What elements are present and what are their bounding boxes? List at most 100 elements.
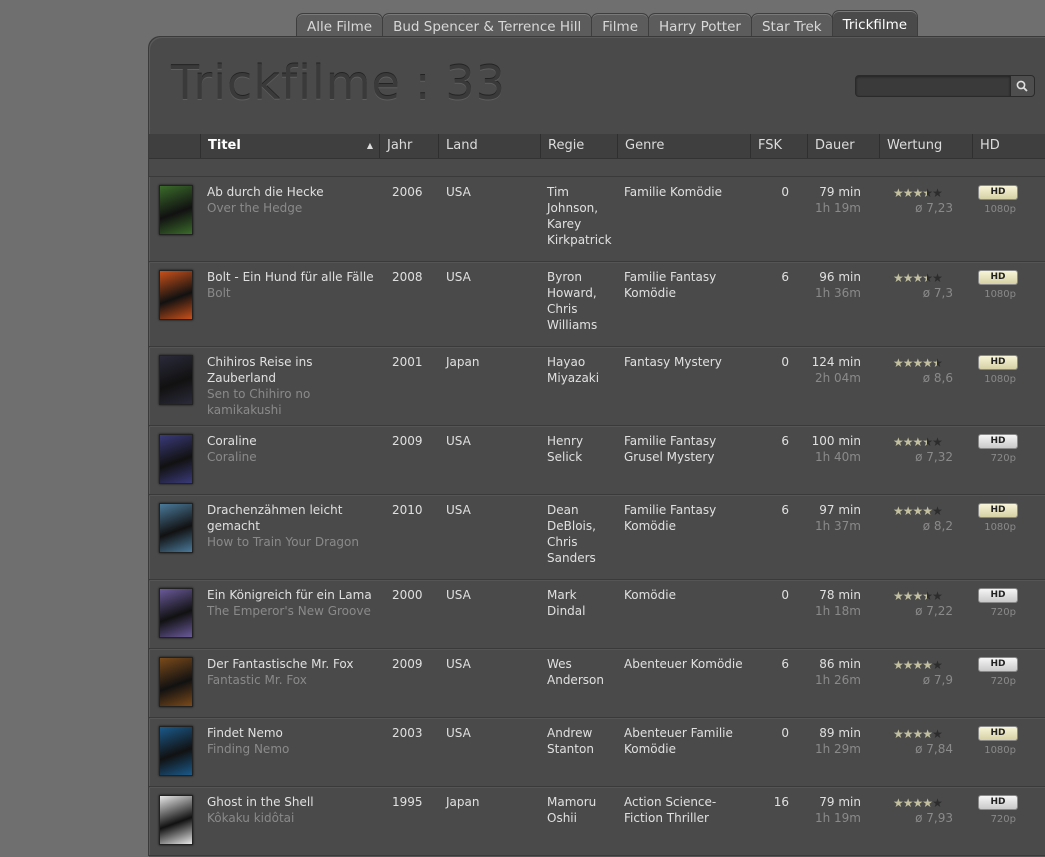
title-cell[interactable]: Ein Königreich für ein Lama The Emperor's…: [207, 587, 377, 619]
director-cell: Byron Howard, Chris Williams: [547, 269, 615, 333]
country-cell: Japan: [446, 355, 480, 369]
table-row[interactable]: Drachenzähmen leicht gemacht How to Train …: [149, 495, 1045, 580]
duration-cell: 124 min 2h 04m: [799, 354, 861, 386]
column-header-jahr[interactable]: Jahr: [379, 134, 438, 158]
movie-poster[interactable]: [159, 434, 193, 484]
table-row[interactable]: Chihiros Reise ins Zauberland Sen to Chihi…: [149, 347, 1045, 426]
column-header-land[interactable]: Land: [438, 134, 540, 158]
star-icon: ★: [912, 727, 924, 741]
star-icon: ★: [902, 727, 914, 741]
movie-poster[interactable]: [159, 726, 193, 776]
star-icon: ★: [932, 271, 943, 285]
text-line: Familie Komödie: [624, 185, 723, 199]
fsk-cell: 0: [781, 355, 789, 369]
rating-value: ø 7,93: [915, 811, 953, 825]
duration-hours: 1h 19m: [814, 201, 861, 215]
table-row[interactable]: Findet Nemo Finding Nemo 2003 USA Andrew Stan…: [149, 718, 1045, 787]
star-rating: ★★★★★: [893, 796, 953, 810]
tab-trickfilme[interactable]: Trickfilme: [831, 10, 919, 38]
column-header-dauer[interactable]: Dauer: [807, 134, 879, 158]
movie-poster[interactable]: [159, 185, 193, 235]
column-header-titel[interactable]: Titel ▲: [200, 134, 379, 158]
text-line: Komödie: [624, 588, 676, 602]
column-label: Titel: [208, 138, 241, 153]
column-header-regie[interactable]: Regie: [540, 134, 617, 158]
rating-value: ø 7,9: [922, 673, 953, 687]
table-row[interactable]: Bolt - Ein Hund für alle Fälle Bolt 2008 US…: [149, 262, 1045, 347]
movie-poster[interactable]: [159, 657, 193, 707]
text-line: Howard,: [547, 286, 597, 300]
table-row[interactable]: Ein Königreich für ein Lama The Emperor's…: [149, 580, 1045, 649]
tab-bar: Alle Filme Bud Spencer & Terrence Hill Fil…: [296, 10, 919, 38]
text-line: Sanders: [547, 551, 596, 565]
text-line: Familie Fantasy: [624, 503, 717, 517]
movie-title[interactable]: Der Fantastische Mr. Fox: [207, 656, 377, 672]
movie-title[interactable]: Bolt - Ein Hund für alle Fälle: [207, 269, 377, 285]
movie-poster[interactable]: [159, 270, 193, 320]
tab-alle-filme[interactable]: Alle Filme: [296, 13, 384, 38]
column-header-poster[interactable]: [149, 134, 200, 158]
page-title: Trickfilme:33: [171, 56, 506, 110]
search-button[interactable]: [1009, 75, 1035, 97]
movie-title[interactable]: Ein Königreich für ein Lama: [207, 587, 377, 603]
hd-cell: HD 1080p: [978, 502, 1018, 536]
text-line: Mark: [547, 588, 577, 602]
rating-cell: ★★★★★ ø 7,84: [893, 725, 953, 757]
column-label: Genre: [625, 138, 665, 153]
title-cell[interactable]: Findet Nemo Finding Nemo: [207, 725, 377, 757]
text-line: Miyazaki: [547, 371, 600, 385]
title-cell[interactable]: Der Fantastische Mr. Fox Fantastic Mr. Fo…: [207, 656, 377, 688]
rating-cell: ★★★★★ ø 7,22: [893, 587, 953, 619]
genre-cell: Familie Fantasy Komödie: [624, 502, 749, 534]
star-rating: ★★★★★: [893, 186, 953, 200]
hd-cell: HD 720p: [978, 794, 1018, 828]
original-title: Fantastic Mr. Fox: [207, 673, 307, 687]
rating-cell: ★★★★★ ø 7,32: [893, 433, 953, 465]
title-cell[interactable]: Coraline Coraline: [207, 433, 377, 465]
tab-filme[interactable]: Filme: [591, 13, 650, 38]
table-row[interactable]: Coraline Coraline 2009 USA Henry Selick Famili…: [149, 426, 1045, 495]
movie-poster[interactable]: [159, 503, 193, 553]
genre-cell: Familie Komödie: [624, 184, 749, 200]
duration-minutes: 79 min: [819, 795, 861, 809]
duration-minutes: 124 min: [811, 355, 861, 369]
movie-poster[interactable]: [159, 795, 193, 845]
star-icon: ★: [922, 589, 933, 603]
star-icon: ★: [922, 727, 933, 741]
table-row[interactable]: Der Fantastische Mr. Fox Fantastic Mr. Fo…: [149, 649, 1045, 718]
column-header-hd[interactable]: HD: [972, 134, 1025, 158]
text-line: Wes: [547, 657, 572, 671]
title-cell[interactable]: Chihiros Reise ins Zauberland Sen to Chihi…: [207, 354, 377, 418]
sort-asc-icon: ▲: [366, 141, 373, 150]
rating-value: ø 7,23: [915, 201, 953, 215]
search-input[interactable]: [855, 75, 1010, 97]
tab-star-trek[interactable]: Star Trek: [750, 13, 833, 38]
title-cell[interactable]: Ghost in the Shell Kôkaku kidôtai: [207, 794, 377, 826]
movie-title[interactable]: Findet Nemo: [207, 725, 377, 741]
genre-cell: Familie Fantasy Grusel Mystery: [624, 433, 749, 465]
star-icon: ★: [932, 504, 943, 518]
column-header-wertung[interactable]: Wertung: [879, 134, 972, 158]
search-box: [855, 75, 1035, 97]
movie-title[interactable]: Ghost in the Shell: [207, 794, 377, 810]
search-icon: [1016, 80, 1028, 92]
table-row[interactable]: Ab durch die Hecke Over the Hedge 2006 USA T…: [149, 177, 1045, 262]
hd-cell: HD 720p: [978, 587, 1018, 621]
tab-bud-spencer-terrence-hill[interactable]: Bud Spencer & Terrence Hill: [382, 13, 593, 38]
movie-title[interactable]: Coraline: [207, 433, 377, 449]
column-header-fsk[interactable]: FSK: [750, 134, 807, 158]
duration-hours: 1h 29m: [814, 742, 861, 756]
table-row[interactable]: Ghost in the Shell Kôkaku kidôtai 1995 Japa…: [149, 787, 1045, 856]
star-icon: ★: [912, 796, 924, 810]
title-cell[interactable]: Drachenzähmen leicht gemacht How to Train …: [207, 502, 377, 550]
column-header-genre[interactable]: Genre: [617, 134, 750, 158]
star-icon: ★: [912, 186, 924, 200]
text-line: Stanton: [547, 742, 594, 756]
movie-title[interactable]: Ab durch die Hecke: [207, 184, 377, 200]
title-cell[interactable]: Ab durch die Hecke Over the Hedge: [207, 184, 377, 216]
movie-poster[interactable]: [159, 355, 193, 405]
title-cell[interactable]: Bolt - Ein Hund für alle Fälle Bolt: [207, 269, 377, 301]
text-line: Chihiros Reise ins: [207, 355, 313, 369]
movie-poster[interactable]: [159, 588, 193, 638]
tab-harry-potter[interactable]: Harry Potter: [648, 13, 752, 38]
